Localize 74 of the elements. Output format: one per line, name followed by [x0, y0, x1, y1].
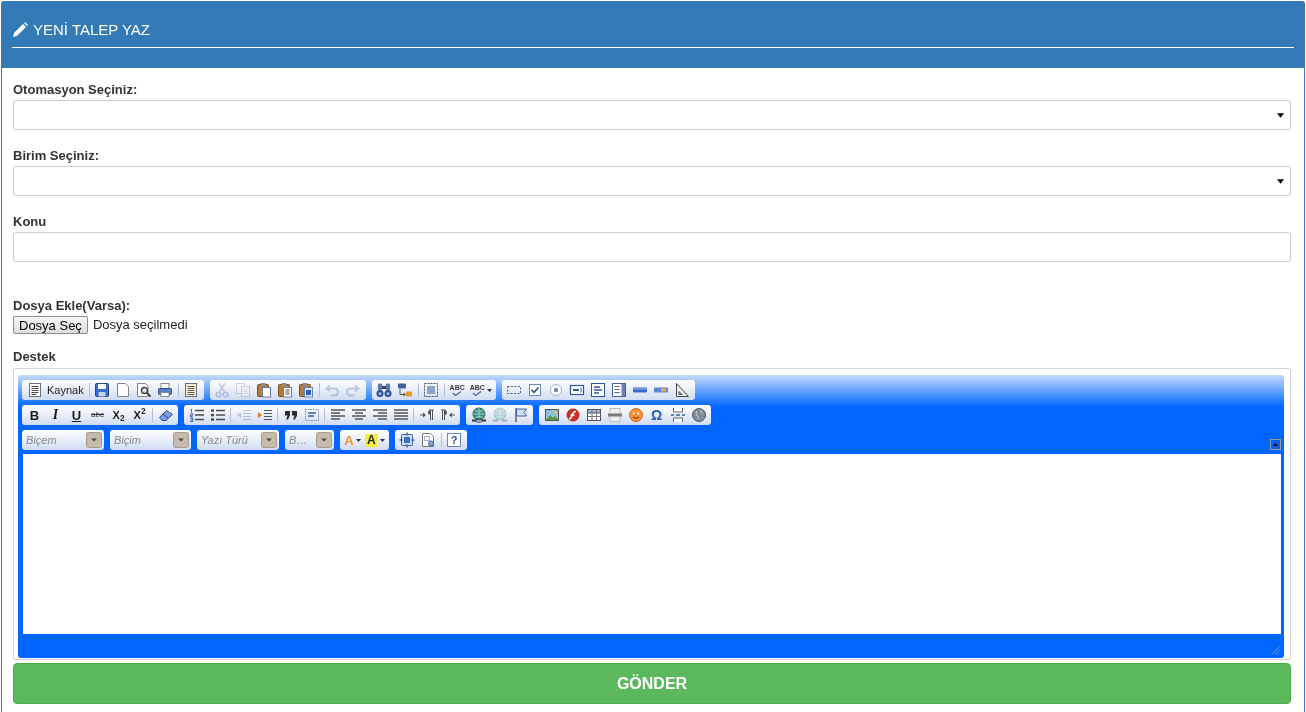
radio-icon	[548, 382, 565, 398]
text-field-icon	[569, 382, 586, 398]
caret-down-icon	[1277, 178, 1284, 184]
checkbox-icon	[527, 382, 544, 398]
toolbar-button[interactable]: Ω	[646, 406, 667, 424]
text-field[interactable]	[13, 232, 1291, 262]
field-label: Dosya Ekle(Varsa):	[13, 297, 132, 315]
select-field[interactable]	[13, 166, 1291, 196]
align-right-icon	[371, 407, 388, 423]
toolbar-button[interactable]: X$^{2}$	[129, 406, 150, 424]
picture-icon	[543, 407, 560, 423]
toolbar-button[interactable]: B	[24, 406, 45, 424]
text-area-icon	[590, 382, 607, 398]
toolbar-button[interactable]: Kaynak	[24, 381, 87, 399]
indent-icon	[256, 407, 273, 423]
numbered-list-icon	[188, 407, 205, 423]
field-label: Konu	[13, 213, 48, 231]
caret-icon	[486, 388, 492, 392]
printer-icon	[157, 382, 174, 398]
select-field[interactable]	[13, 100, 1291, 130]
field-label: Destek	[13, 348, 57, 366]
caret-icon	[355, 438, 361, 442]
right-to-left-icon	[439, 407, 456, 423]
caret-down-icon	[1277, 112, 1284, 118]
globe-chain-icon	[470, 407, 487, 423]
table-icon	[585, 407, 602, 423]
align-justify-icon	[392, 407, 409, 423]
list-box-icon	[611, 382, 628, 398]
page-blocks-icon	[420, 432, 437, 448]
binoculars-icon	[376, 382, 393, 398]
bulleted-list-icon	[209, 407, 226, 423]
scissors-icon	[214, 382, 231, 398]
left-to-right-icon	[418, 407, 435, 423]
page-break-icon	[669, 407, 686, 423]
eraser-icon	[157, 407, 174, 423]
globe-icon	[690, 407, 707, 423]
toolbar-button[interactable]: X$_{2}$	[108, 406, 129, 424]
outdent-icon	[235, 407, 252, 423]
clipboard-document-icon	[298, 382, 315, 398]
redo-arrow-icon	[345, 382, 362, 398]
choose-file-button[interactable]: Dosya Seç	[13, 316, 88, 334]
toolbar-button[interactable]: abc	[87, 406, 108, 424]
page-magnifier-icon	[136, 382, 153, 398]
undo-arrow-icon	[324, 382, 341, 398]
select-all-icon	[423, 382, 440, 398]
smiley-icon	[627, 407, 644, 423]
pencil-icon	[12, 22, 28, 38]
blank-page-icon	[115, 382, 132, 398]
toolbar-button[interactable]: A	[363, 431, 387, 449]
panel-title: YENİ TALEP YAZ	[33, 20, 150, 40]
globe-broken-chain-icon	[491, 407, 508, 423]
text-replace-icon	[397, 382, 414, 398]
document-lines-icon	[27, 382, 43, 398]
flag-icon	[512, 407, 529, 423]
page-list-icon	[183, 382, 200, 398]
file-status-text: Dosya seçilmedi	[92, 316, 188, 335]
tick-icon	[452, 391, 463, 396]
resize-grip-icon[interactable]	[1270, 645, 1280, 655]
clipboard-note-icon	[277, 382, 294, 398]
tick-icon	[472, 391, 483, 396]
caret-icon	[379, 438, 385, 442]
maximize-icon	[399, 432, 416, 448]
align-center-icon	[350, 407, 367, 423]
field-label: Otomasyon Seçiniz:	[13, 81, 139, 99]
div-block-icon	[303, 407, 320, 423]
toolbar-button[interactable]: I	[45, 406, 66, 424]
swirl-disc-icon	[564, 407, 581, 423]
two-pages-icon	[235, 382, 252, 398]
field-label: Birim Seçiniz:	[13, 147, 100, 165]
toolbar-button[interactable]: U	[66, 406, 87, 424]
clipboard-icon	[256, 382, 273, 398]
triangle-up-icon	[1273, 443, 1278, 446]
collapse-toolbar-button[interactable]	[1270, 439, 1281, 450]
align-left-icon	[329, 407, 346, 423]
